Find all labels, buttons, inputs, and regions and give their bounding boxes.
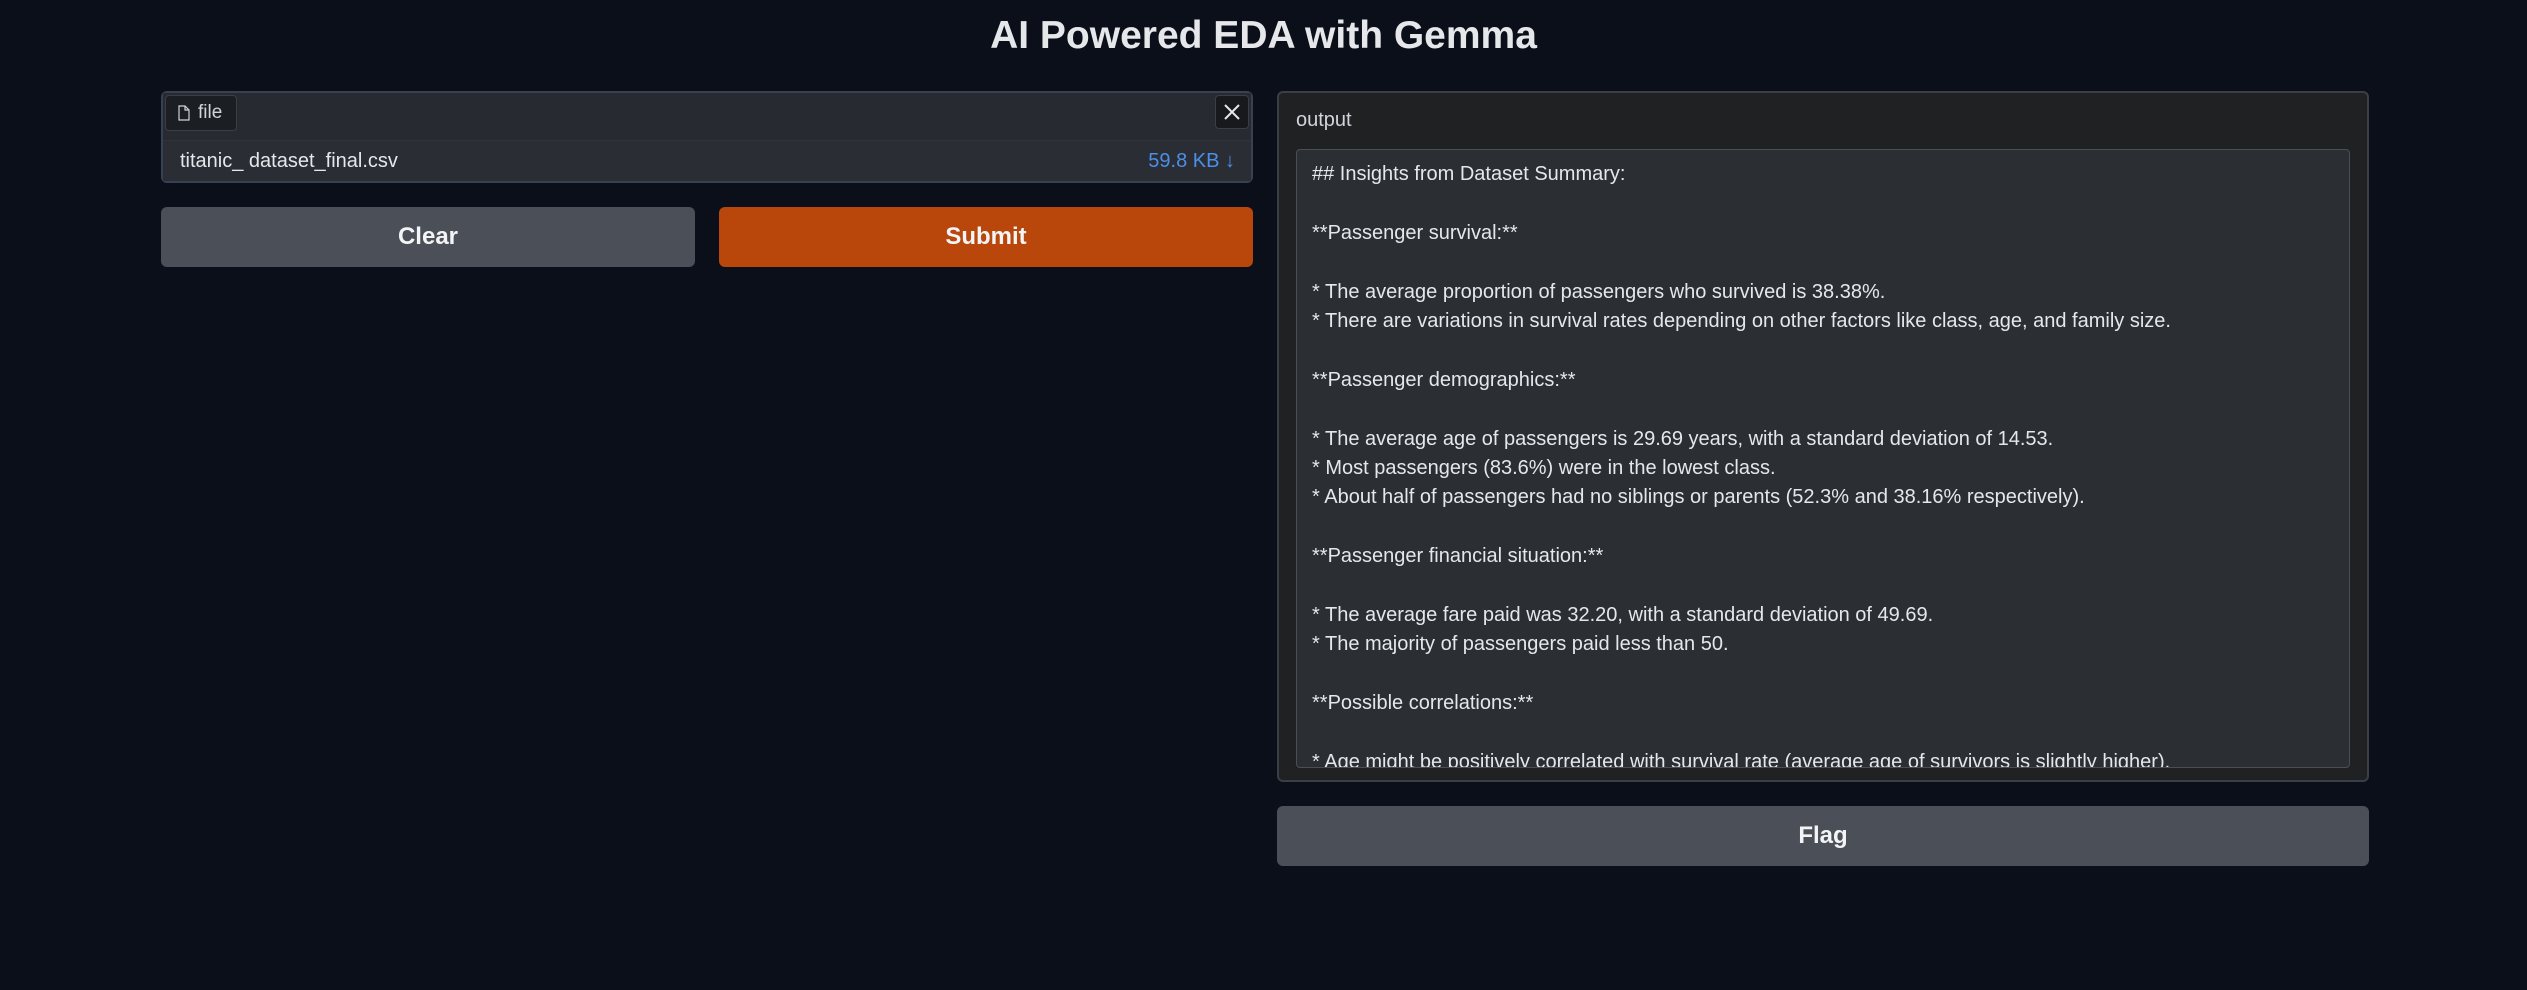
- submit-button[interactable]: Submit: [719, 207, 1253, 267]
- uploaded-file-row: titanic_ dataset_final.csv 59.8 KB ↓: [163, 141, 1251, 181]
- output-line: * There are variations in survival rates…: [1312, 310, 2171, 332]
- output-line: **Passenger survival:**: [1312, 221, 1518, 244]
- output-line: * The average age of passengers is 29.69…: [1312, 427, 2054, 450]
- clear-file-button[interactable]: [1215, 95, 1249, 129]
- output-line: * The majority of passengers paid less t…: [1312, 633, 1729, 656]
- output-line: **Passenger financial situation:**: [1312, 545, 1604, 568]
- output-line: * The average fare paid was 32.20, with …: [1312, 604, 1934, 626]
- clear-button[interactable]: Clear: [161, 207, 695, 267]
- file-panel-header: file: [163, 93, 1251, 141]
- output-panel: output ## Insights from Dataset Summary:…: [1277, 91, 2369, 782]
- output-line: ## Insights from Dataset Summary:: [1312, 163, 1626, 185]
- file-label-badge: file: [165, 95, 238, 131]
- page-title: AI Powered EDA with Gemma: [990, 14, 1537, 57]
- output-label: output: [1296, 109, 1352, 131]
- flag-button[interactable]: Flag: [1277, 806, 2369, 866]
- file-icon: [178, 105, 190, 121]
- file-name: titanic_ dataset_final.csv: [180, 149, 398, 172]
- output-line: **Possible correlations:**: [1312, 692, 1534, 715]
- output-textbox[interactable]: ## Insights from Dataset Summary: **Passe…: [1296, 149, 2350, 768]
- output-line: * Age might be positively correlated wit…: [1312, 751, 2171, 768]
- output-line: **Passenger demographics:**: [1312, 368, 1576, 391]
- output-line: * Most passengers (83.6%) were in the lo…: [1312, 457, 1776, 479]
- file-download-link[interactable]: 59.8 KB ↓: [1148, 150, 1235, 173]
- close-icon: [1224, 104, 1240, 120]
- output-line: * The average proportion of passengers w…: [1312, 280, 1886, 303]
- file-upload-panel: file titanic_ dataset_final.csv 59.8 KB …: [161, 91, 1253, 183]
- output-line: * About half of passengers had no siblin…: [1312, 486, 2085, 509]
- file-label-text: file: [198, 102, 223, 123]
